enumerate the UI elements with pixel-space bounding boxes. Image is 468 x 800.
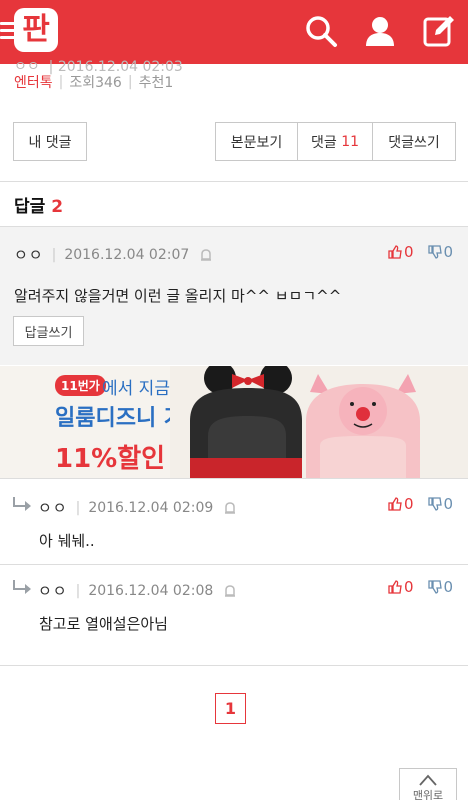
comment-body: 알려주지 않을거면 이런 글 올리지 마^^ ㅂㅁㄱ^^	[14, 287, 342, 305]
post-meta: 엔터톡 | 조회346 | 추천1	[14, 72, 174, 92]
divider	[0, 564, 468, 565]
comment-votes: 0 0	[388, 243, 453, 261]
thumbs-down-icon	[427, 497, 442, 511]
divider	[0, 181, 468, 182]
comment-votes: 0 0	[388, 578, 453, 596]
comment-votes: 0 0	[388, 495, 453, 513]
comment-header: ㅇㅇ | 2016.12.04 02:09	[38, 497, 237, 518]
reply-arrow-icon	[13, 497, 31, 511]
comment-date: 2016.12.04 02:08	[88, 582, 214, 599]
upvote-button[interactable]: 0	[388, 578, 414, 596]
comment-date: 2016.12.04 02:09	[88, 499, 214, 516]
page-1-button[interactable]: 1	[215, 693, 246, 724]
write-comment-button[interactable]: 댓글쓰기	[373, 123, 455, 160]
comments-count: 11	[341, 133, 360, 150]
replies-count: 2	[51, 197, 64, 217]
ad-line3: 11%할인	[55, 444, 166, 474]
scroll-top-button[interactable]: 맨위로	[399, 768, 457, 800]
comment-author: ㅇㅇ	[38, 582, 68, 600]
divider	[0, 478, 468, 479]
ad-badge: 11번가	[55, 375, 106, 396]
user-icon[interactable]	[363, 14, 397, 48]
post-views: 조회346	[69, 75, 122, 91]
ad-line2: 일룸디즈니 가	[55, 406, 185, 431]
reply-arrow-icon	[13, 580, 31, 594]
comment-actions: 본문보기 댓글 11 댓글쓰기	[215, 122, 456, 161]
comment-header: ㅇㅇ | 2016.12.04 02:08	[38, 580, 237, 601]
comment-body: 참고로 열애설은아님	[39, 615, 168, 633]
replies-title: 답글 2	[14, 197, 64, 217]
ad-product-image	[170, 366, 468, 478]
downvote-button[interactable]: 0	[427, 495, 453, 513]
report-icon[interactable]	[199, 248, 213, 262]
ad-banner[interactable]: 11번가 에서 지금, 일룸디즈니 가 11%할인	[0, 366, 468, 478]
comment-header: ㅇㅇ | 2016.12.04 02:07	[14, 244, 213, 265]
scroll-top-label: 맨위로	[412, 789, 444, 800]
app-header: 판	[0, 0, 468, 64]
comment-author: ㅇㅇ	[38, 499, 68, 517]
comments-button[interactable]: 댓글 11	[298, 123, 373, 160]
thumbs-up-icon	[388, 497, 402, 511]
comment-body: 아 눼눼..	[39, 532, 95, 550]
downvote-button[interactable]: 0	[427, 243, 453, 261]
logo[interactable]: 판	[14, 8, 58, 52]
upvote-button[interactable]: 0	[388, 495, 414, 513]
thumbs-up-icon	[388, 580, 402, 594]
post-recommends: 추천1	[138, 75, 174, 91]
comment-author: ㅇㅇ	[14, 246, 44, 264]
thumbs-up-icon	[388, 245, 402, 259]
my-comments-button[interactable]: 내 댓글	[13, 122, 87, 161]
thumbs-down-icon	[427, 580, 442, 594]
post-category[interactable]: 엔터톡	[14, 72, 53, 92]
downvote-button[interactable]: 0	[427, 578, 453, 596]
search-icon[interactable]	[304, 14, 338, 48]
write-reply-button[interactable]: 답글쓰기	[13, 316, 84, 346]
chevron-up-icon	[419, 774, 437, 786]
report-icon[interactable]	[223, 584, 237, 598]
thumbs-down-icon	[427, 245, 442, 259]
write-icon[interactable]	[422, 14, 456, 48]
divider	[0, 665, 468, 666]
view-post-button[interactable]: 본문보기	[216, 123, 298, 160]
ad-line1: 에서 지금,	[102, 379, 176, 399]
upvote-button[interactable]: 0	[388, 243, 414, 261]
comment-date: 2016.12.04 02:07	[64, 246, 190, 263]
report-icon[interactable]	[223, 501, 237, 515]
